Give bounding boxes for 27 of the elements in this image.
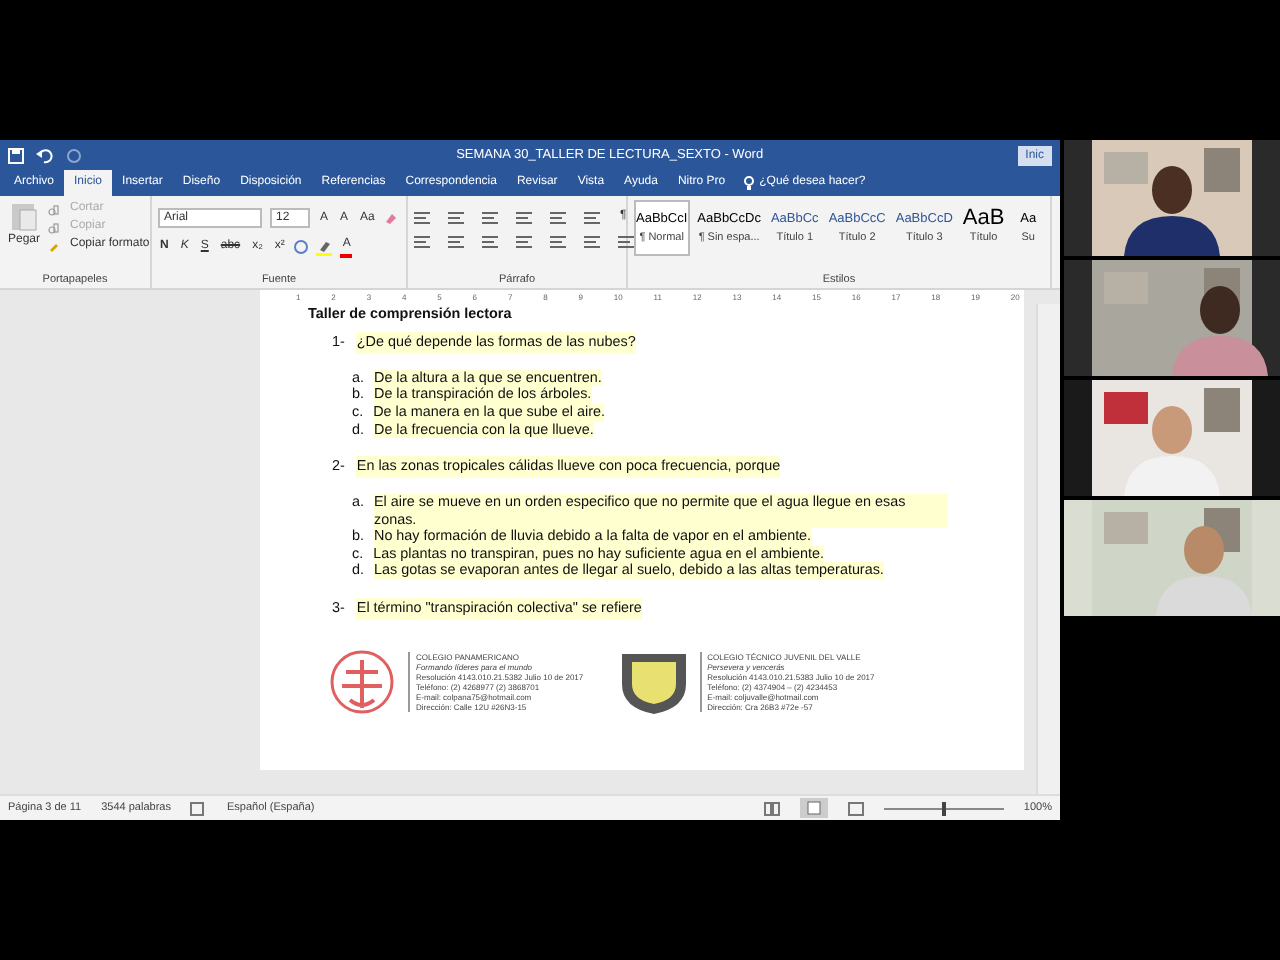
eraser-icon[interactable] bbox=[384, 211, 399, 225]
undo-icon[interactable] bbox=[36, 147, 54, 163]
multilevel-list-icon[interactable] bbox=[482, 209, 500, 225]
numbering-icon[interactable] bbox=[448, 209, 466, 225]
align-center-icon[interactable] bbox=[448, 234, 466, 250]
save-icon[interactable] bbox=[8, 147, 24, 163]
bullets-icon[interactable] bbox=[414, 209, 432, 225]
justify-icon[interactable] bbox=[516, 234, 534, 250]
print-layout-icon[interactable] bbox=[799, 798, 828, 818]
align-right-icon[interactable] bbox=[482, 234, 500, 250]
align-left-icon[interactable] bbox=[414, 234, 432, 250]
line-spacing-icon[interactable] bbox=[550, 234, 568, 250]
lightbulb-icon bbox=[743, 175, 754, 191]
borders-icon[interactable] bbox=[618, 234, 636, 250]
scrollbar[interactable] bbox=[1036, 304, 1060, 794]
outdent-icon[interactable] bbox=[550, 209, 568, 225]
sort-icon[interactable] bbox=[584, 209, 602, 225]
brush-icon bbox=[48, 239, 61, 251]
style-sample: AaB bbox=[962, 208, 1005, 231]
web-layout-icon[interactable] bbox=[847, 801, 864, 815]
zoom-slider-thumb[interactable] bbox=[941, 801, 946, 815]
proofing-icon[interactable] bbox=[190, 801, 207, 815]
text-effects-icon[interactable] bbox=[294, 240, 309, 254]
read-mode-icon[interactable] bbox=[763, 801, 780, 815]
highlighter-icon[interactable] bbox=[316, 239, 333, 255]
shading-icon[interactable] bbox=[584, 234, 602, 250]
indent-icon[interactable] bbox=[516, 209, 534, 225]
